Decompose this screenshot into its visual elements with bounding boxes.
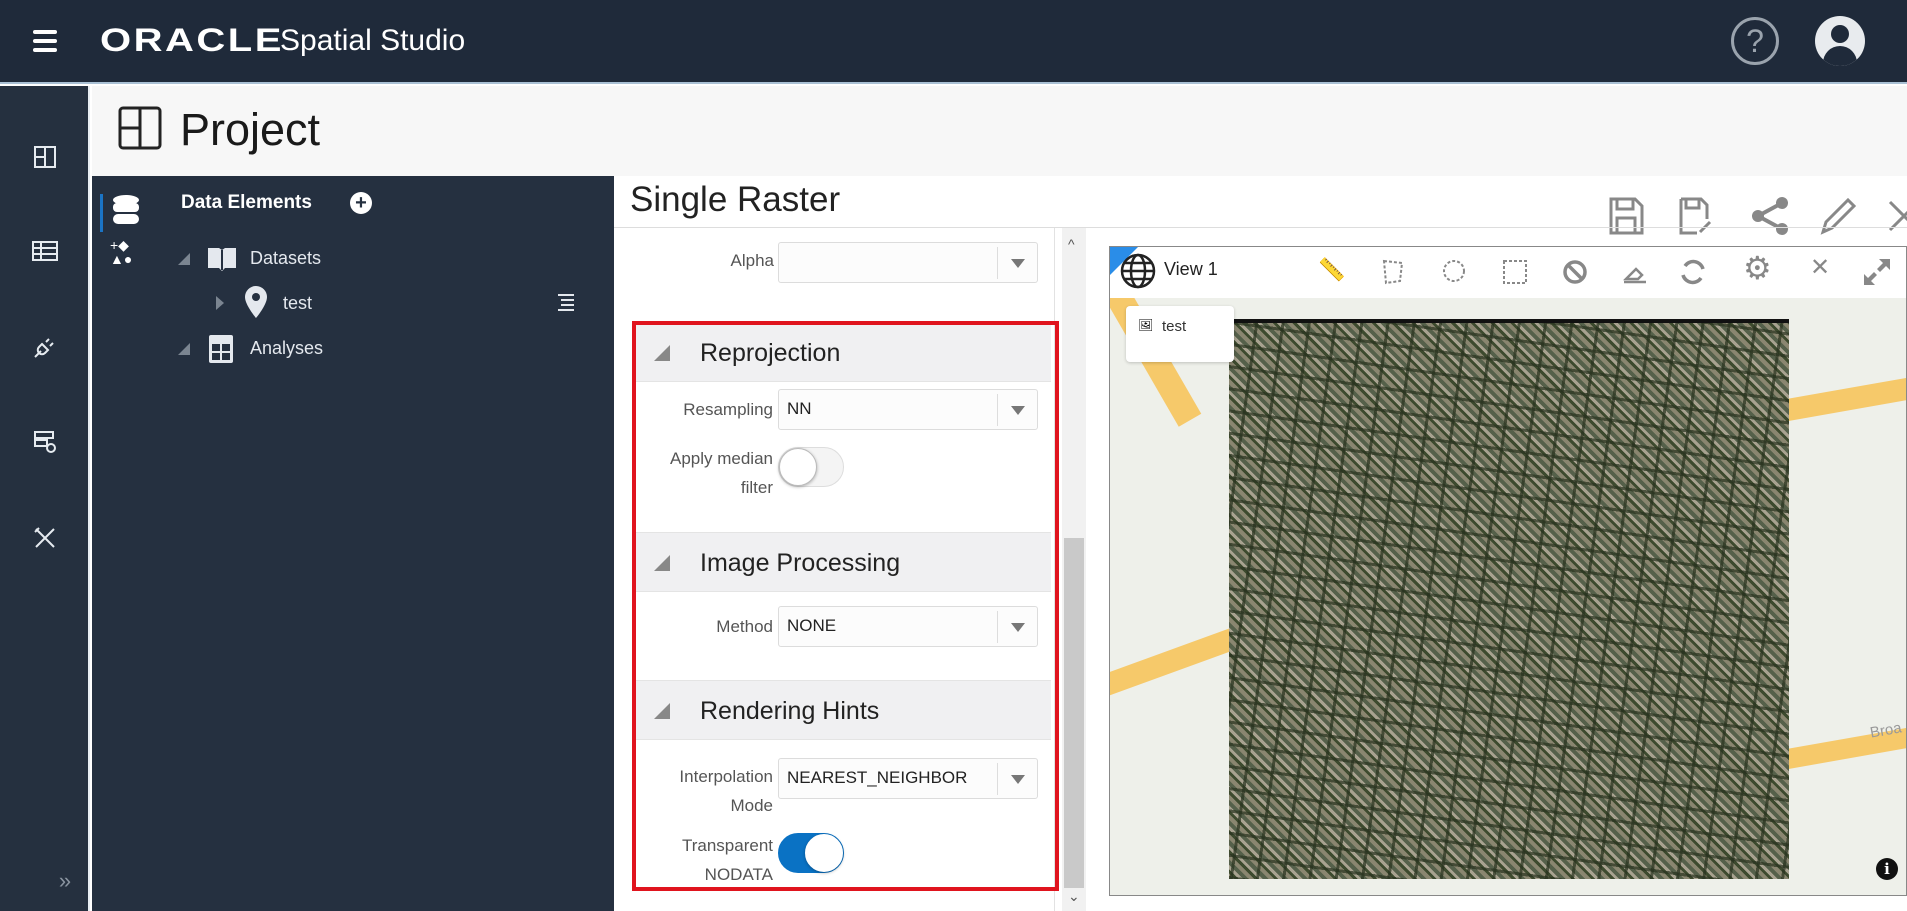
save-icon[interactable]	[1606, 196, 1646, 236]
tree-item-datasets[interactable]: Datasets	[250, 248, 321, 269]
database-icon[interactable]	[112, 194, 140, 226]
analysis-shapes-icon[interactable]: +◆ ▲●	[110, 238, 132, 266]
layer-legend[interactable]: 🖼 test	[1126, 306, 1234, 362]
tree-item-analyses[interactable]: Analyses	[250, 338, 323, 359]
project-header: Project	[92, 86, 1907, 176]
settings-gear-icon[interactable]: ⚙	[1743, 249, 1773, 286]
road	[1769, 374, 1906, 424]
collapse-analyses-icon[interactable]	[178, 343, 190, 355]
data-elements-panel: +◆ ▲● Data Elements + Datasets test Analy…	[92, 176, 614, 911]
edit-pencil-icon[interactable]	[1817, 196, 1857, 236]
circle-select-icon[interactable]	[1440, 257, 1470, 287]
hamburger-menu-icon[interactable]	[33, 30, 57, 52]
tree-item-test[interactable]: test	[283, 293, 312, 314]
refresh-icon[interactable]	[1678, 257, 1708, 287]
measure-ruler-icon[interactable]: 📏	[1318, 257, 1348, 287]
editor-area: Single Raster Alpha Reprojection Resampl…	[614, 176, 1907, 911]
analyses-table-icon	[209, 335, 233, 363]
save-as-icon[interactable]	[1676, 196, 1716, 236]
datasets-table-icon[interactable]	[30, 236, 60, 266]
active-tab-indicator	[100, 194, 103, 232]
road	[1110, 624, 1248, 714]
clear-selection-icon[interactable]	[1560, 257, 1590, 287]
expand-test-icon[interactable]	[216, 296, 224, 310]
location-pin-icon	[245, 286, 267, 318]
help-icon[interactable]: ?	[1731, 17, 1779, 65]
item-menu-icon[interactable]	[558, 294, 574, 311]
polygon-select-icon[interactable]	[1380, 257, 1410, 287]
project-layout-icon	[118, 106, 162, 150]
editor-title: Single Raster	[630, 180, 841, 219]
highlight-box	[632, 321, 1059, 891]
data-elements-title: Data Elements	[181, 192, 312, 213]
globe-icon	[1120, 253, 1156, 289]
tools-icon[interactable]	[30, 523, 60, 553]
scroll-down-icon[interactable]: ⌄	[1068, 888, 1080, 905]
scroll-up-icon[interactable]: ^	[1068, 236, 1075, 252]
projects-layout-icon[interactable]	[30, 142, 60, 172]
alpha-select[interactable]	[778, 242, 1038, 283]
product-name: Spatial Studio	[280, 24, 466, 57]
oracle-logo: ORACLE	[100, 22, 284, 58]
jobs-server-clock-icon[interactable]	[30, 427, 60, 457]
map-view-panel: View 1 📏 ⚙ ✕ Broa 🖼 test i	[1109, 246, 1907, 896]
connections-plug-icon[interactable]	[30, 332, 60, 362]
top-bar: ORACLE Spatial Studio ?	[0, 0, 1907, 84]
map-canvas[interactable]: Broa 🖼 test i	[1110, 298, 1906, 895]
form-scrollbar[interactable]: ^ ⌄	[1062, 228, 1086, 911]
chevron-down-icon[interactable]	[997, 247, 1037, 279]
close-editor-icon[interactable]	[1884, 196, 1907, 236]
expand-rail-icon[interactable]: »	[50, 866, 80, 896]
image-layer-icon: 🖼	[1138, 318, 1154, 332]
view-title: View 1	[1164, 259, 1218, 279]
maximize-icon[interactable]	[1862, 257, 1892, 287]
book-icon	[208, 248, 236, 271]
share-icon[interactable]	[1750, 196, 1790, 236]
collapse-datasets-icon[interactable]	[178, 253, 190, 265]
page-title: Project	[180, 104, 321, 155]
close-view-icon[interactable]: ✕	[1810, 253, 1840, 283]
info-icon[interactable]: i	[1876, 858, 1898, 880]
raster-image	[1229, 319, 1789, 879]
user-avatar-icon[interactable]	[1815, 16, 1865, 66]
add-data-element-icon[interactable]: +	[350, 192, 372, 214]
nav-rail: »	[0, 86, 90, 911]
scrollbar-thumb[interactable]	[1064, 538, 1084, 888]
eraser-icon[interactable]	[1620, 257, 1650, 287]
alpha-label: Alpha	[730, 251, 774, 270]
rectangle-select-icon[interactable]	[1500, 257, 1530, 287]
